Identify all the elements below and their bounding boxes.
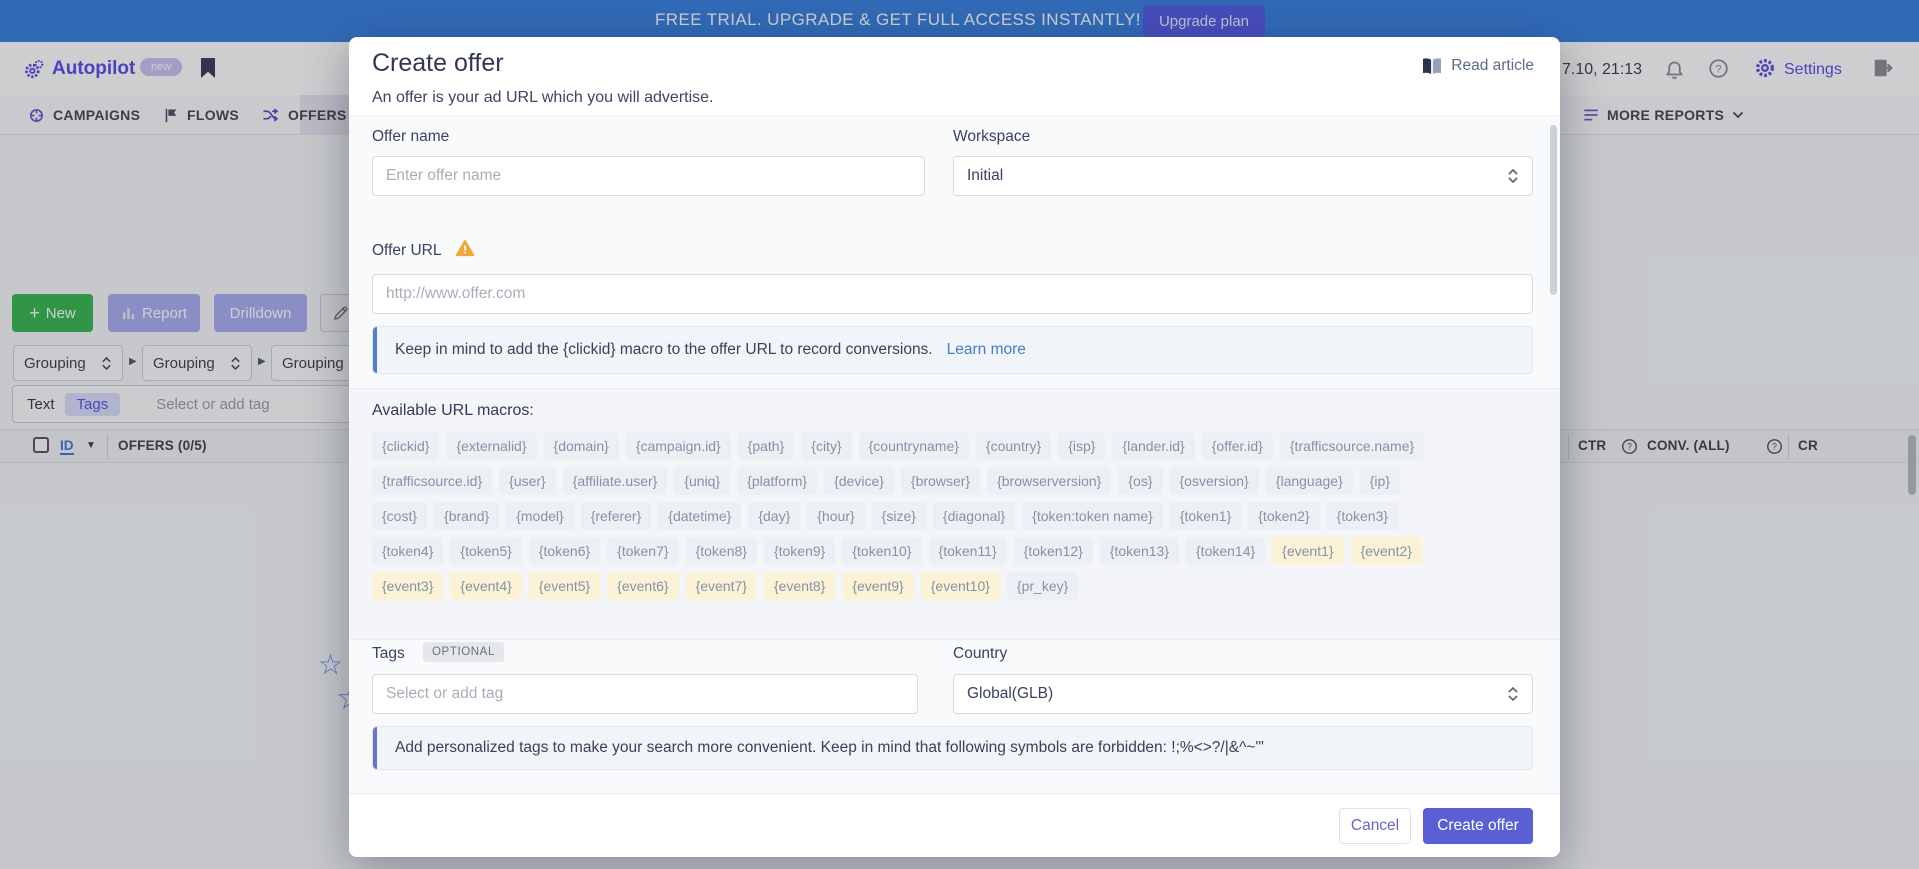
macro-chip[interactable]: {event9} xyxy=(842,572,913,600)
macro-chip[interactable]: {token:token name} xyxy=(1022,502,1163,530)
macro-chip[interactable]: {event2} xyxy=(1351,537,1422,565)
macro-chip[interactable]: {cost} xyxy=(372,502,427,530)
macro-chip[interactable]: {user} xyxy=(499,467,556,495)
cancel-button[interactable]: Cancel xyxy=(1339,808,1411,844)
macro-chip[interactable]: {token6} xyxy=(529,537,600,565)
macro-chip[interactable]: {token13} xyxy=(1100,537,1179,565)
macro-chip[interactable]: {token4} xyxy=(372,537,443,565)
modal-title: Create offer xyxy=(372,49,504,78)
macro-chip[interactable]: {token7} xyxy=(607,537,678,565)
macro-chip[interactable]: {diagonal} xyxy=(933,502,1015,530)
country-label: Country xyxy=(953,645,1007,663)
macro-chip[interactable]: {event8} xyxy=(764,572,835,600)
macro-chip[interactable]: {language} xyxy=(1266,467,1353,495)
macro-rows: {clickid}{externalid} {domain}{campaign.i… xyxy=(372,432,1542,607)
offer-name-input[interactable] xyxy=(372,156,925,196)
clickid-note-text: Keep in mind to add the {clickid} macro … xyxy=(395,341,933,359)
workspace-label: Workspace xyxy=(953,128,1030,146)
macro-chip[interactable]: {token5} xyxy=(450,537,521,565)
macro-chip[interactable]: {event10} xyxy=(921,572,1000,600)
note-accent-bar xyxy=(373,727,377,769)
macro-chip[interactable]: {clickid} xyxy=(372,432,439,460)
workspace-value: Initial xyxy=(967,167,1003,185)
offer-url-label: Offer URL xyxy=(372,242,442,260)
macro-chip[interactable]: {token10} xyxy=(842,537,921,565)
offer-name-label: Offer name xyxy=(372,128,449,146)
macro-chip[interactable]: {ip} xyxy=(1360,467,1400,495)
macro-chip[interactable]: {affiliate.user} xyxy=(563,467,668,495)
macro-chip[interactable]: {event3} xyxy=(372,572,443,600)
macro-chip[interactable]: {event4} xyxy=(450,572,521,600)
macro-chip[interactable]: {city} xyxy=(801,432,851,460)
macro-chip[interactable]: {country} xyxy=(976,432,1051,460)
clickid-note: Keep in mind to add the {clickid} macro … xyxy=(372,326,1533,374)
tags-note-text: Add personalized tags to make your searc… xyxy=(395,739,1264,757)
macro-chip[interactable]: {datetime} xyxy=(658,502,741,530)
macro-chip[interactable]: {token12} xyxy=(1014,537,1093,565)
create-offer-button[interactable]: Create offer xyxy=(1423,808,1533,844)
macro-chip[interactable]: {event1} xyxy=(1272,537,1343,565)
macro-chip[interactable]: {domain} xyxy=(544,432,619,460)
macro-chip[interactable]: {externalid} xyxy=(446,432,536,460)
macro-chip[interactable]: {brand} xyxy=(434,502,499,530)
macro-chip[interactable]: {hour} xyxy=(807,502,864,530)
note-accent-bar xyxy=(373,327,377,373)
macro-chip[interactable]: {countryname} xyxy=(859,432,969,460)
optional-badge: OPTIONAL xyxy=(423,642,504,662)
macro-chip[interactable]: {token9} xyxy=(764,537,835,565)
macro-chip[interactable]: {browser} xyxy=(901,467,980,495)
read-article-label: Read article xyxy=(1451,57,1534,75)
macro-chip[interactable]: {token14} xyxy=(1186,537,1265,565)
macro-chip[interactable]: {token2} xyxy=(1248,502,1319,530)
macro-chip[interactable]: {event5} xyxy=(529,572,600,600)
macro-chip[interactable]: {isp} xyxy=(1058,432,1105,460)
updown-chevron-icon xyxy=(1507,168,1519,184)
macro-chip[interactable]: {event7} xyxy=(686,572,757,600)
book-icon xyxy=(1421,57,1443,75)
macro-chip[interactable]: {osversion} xyxy=(1170,467,1259,495)
macro-chip[interactable]: {day} xyxy=(748,502,800,530)
macros-label: Available URL macros: xyxy=(372,402,534,420)
macro-chip[interactable]: {browserversion} xyxy=(987,467,1111,495)
macro-chip[interactable]: {trafficsource.id} xyxy=(372,467,492,495)
macro-chip[interactable]: {os} xyxy=(1118,467,1162,495)
macro-chip[interactable]: {path} xyxy=(738,432,795,460)
macro-chip[interactable]: {offer.id} xyxy=(1202,432,1273,460)
macro-chip[interactable]: {token3} xyxy=(1327,502,1398,530)
macro-chip[interactable]: {device} xyxy=(824,467,894,495)
macro-chip[interactable]: {model} xyxy=(506,502,573,530)
macro-chip[interactable]: {token11} xyxy=(929,537,1007,565)
workspace-select[interactable]: Initial xyxy=(953,156,1533,196)
macro-chip[interactable]: {referer} xyxy=(581,502,652,530)
macro-chip[interactable]: {trafficsource.name} xyxy=(1280,432,1424,460)
macro-chip[interactable]: {lander.id} xyxy=(1112,432,1194,460)
tags-note: Add personalized tags to make your searc… xyxy=(372,726,1533,770)
modal-body: Offer name Workspace Initial Offer URL K… xyxy=(349,115,1560,793)
macro-chip[interactable]: {platform} xyxy=(737,467,817,495)
modal-scrollbar[interactable] xyxy=(1550,125,1557,295)
macro-chip[interactable]: {token1} xyxy=(1170,502,1241,530)
macro-chip[interactable]: {event6} xyxy=(607,572,678,600)
warning-icon xyxy=(455,239,475,257)
country-value: Global(GLB) xyxy=(967,685,1053,703)
read-article-link[interactable]: Read article xyxy=(1421,57,1534,75)
tags-input[interactable] xyxy=(372,674,918,714)
tags-label: Tags xyxy=(372,645,405,663)
macro-chip[interactable]: {campaign.id} xyxy=(626,432,731,460)
offer-url-input[interactable] xyxy=(372,274,1533,314)
learn-more-link[interactable]: Learn more xyxy=(947,341,1026,359)
macro-chip[interactable]: {uniq} xyxy=(674,467,730,495)
updown-chevron-icon xyxy=(1507,686,1519,702)
country-select[interactable]: Global(GLB) xyxy=(953,674,1533,714)
modal-footer: Cancel Create offer xyxy=(349,793,1560,857)
modal-subtitle: An offer is your ad URL which you will a… xyxy=(372,89,713,107)
macro-chip[interactable]: {pr_key} xyxy=(1007,572,1078,600)
macro-chip[interactable]: {size} xyxy=(872,502,926,530)
create-offer-modal: Create offer An offer is your ad URL whi… xyxy=(349,37,1560,857)
macro-chip[interactable]: {token8} xyxy=(686,537,757,565)
